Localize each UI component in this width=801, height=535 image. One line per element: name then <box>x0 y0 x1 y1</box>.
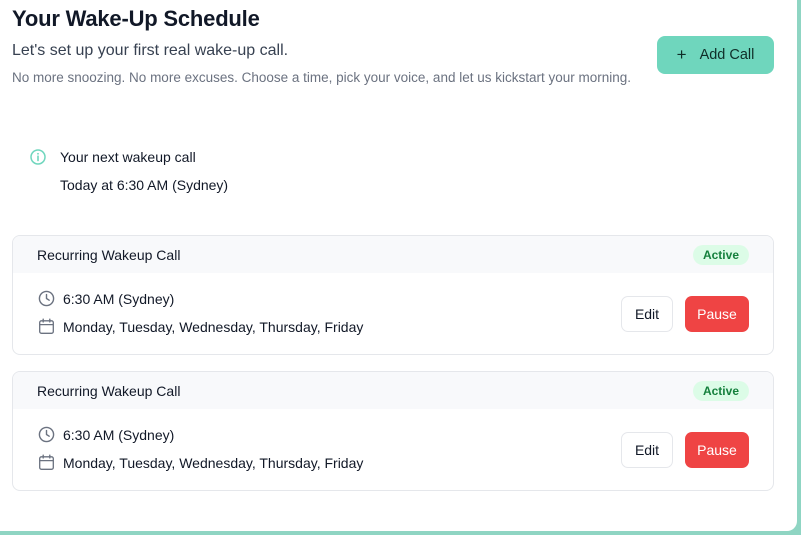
edit-button[interactable]: Edit <box>621 432 673 468</box>
clock-icon <box>38 290 55 307</box>
edit-button[interactable]: Edit <box>621 296 673 332</box>
clock-icon <box>38 426 55 443</box>
card-header: Recurring Wakeup Call Active <box>13 236 773 273</box>
page-description: No more snoozing. No more excuses. Choos… <box>12 70 632 85</box>
calendar-icon <box>39 318 54 334</box>
call-days-row: Monday, Tuesday, Wednesday, Thursday, Fr… <box>38 318 363 335</box>
wakeup-call-card: Recurring Wakeup Call Active 6:30 AM (Sy… <box>12 371 774 491</box>
call-time: 6:30 AM (Sydney) <box>63 426 175 443</box>
status-badge: Active <box>692 244 749 265</box>
card-title: Recurring Wakeup Call <box>37 246 181 263</box>
call-days: Monday, Tuesday, Wednesday, Thursday, Fr… <box>63 454 364 471</box>
pause-button[interactable]: Pause <box>685 296 749 332</box>
call-days-row: Monday, Tuesday, Wednesday, Thursday, Fr… <box>38 454 363 471</box>
pause-button[interactable]: Pause <box>685 432 749 468</box>
call-time-row: 6:30 AM (Sydney) <box>38 426 174 443</box>
calendar-icon <box>39 454 54 470</box>
call-days: Monday, Tuesday, Wednesday, Thursday, Fr… <box>63 318 364 335</box>
add-call-button[interactable]: + Add Call <box>657 36 774 74</box>
next-call-time: Today at 6:30 AM (Sydney) <box>60 177 229 193</box>
info-icon <box>30 149 46 165</box>
card-header: Recurring Wakeup Call Active <box>13 372 773 409</box>
card-body: 6:30 AM (Sydney) Monday, Tuesday, Wednes… <box>13 273 773 354</box>
card-title: Recurring Wakeup Call <box>37 382 181 399</box>
add-call-label: Add Call <box>699 47 755 63</box>
wakeup-call-card: Recurring Wakeup Call Active 6:30 AM (Sy… <box>12 235 774 355</box>
page-subtitle: Let's set up your first real wake-up cal… <box>12 42 289 59</box>
schedule-panel: Your Wake-Up Schedule Let's set up your … <box>0 0 797 531</box>
call-time: 6:30 AM (Sydney) <box>63 290 175 307</box>
next-call-title: Your next wakeup call <box>60 149 196 165</box>
card-body: 6:30 AM (Sydney) Monday, Tuesday, Wednes… <box>13 409 773 490</box>
call-time-row: 6:30 AM (Sydney) <box>38 290 174 307</box>
page-title: Your Wake-Up Schedule <box>12 6 260 31</box>
plus-icon: + <box>676 44 687 64</box>
status-badge: Active <box>692 380 749 401</box>
